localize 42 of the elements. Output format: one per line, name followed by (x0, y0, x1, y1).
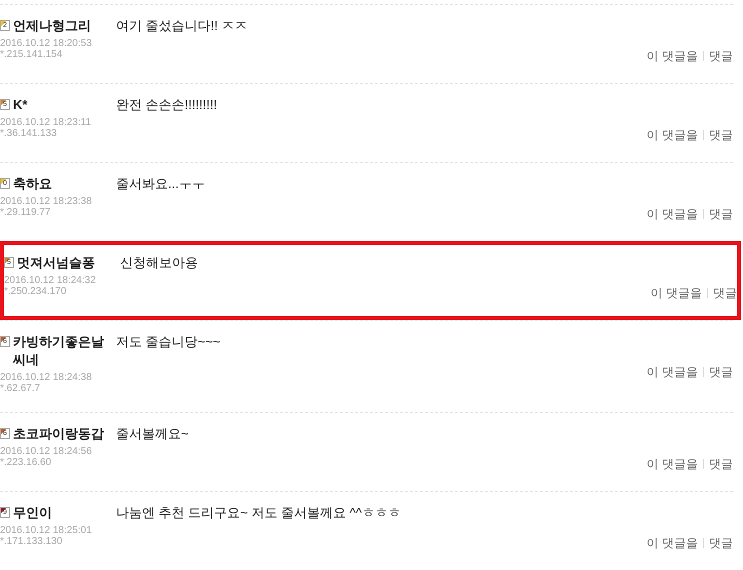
ip-address: *.62.67.7 (0, 383, 42, 394)
comment-text: 신청해보아용 (120, 254, 199, 272)
ip-address: *.29.119.77 (0, 207, 52, 218)
author-name[interactable]: 카빙하기좋은날씨네 (13, 333, 112, 369)
author-name[interactable]: 무인이 (13, 504, 52, 522)
recommend-link[interactable]: 이 댓글을 (646, 534, 698, 552)
comment-date: 2016.10.12 18:23:11 (0, 117, 92, 128)
recommend-link[interactable]: 이 댓글을 (646, 47, 698, 65)
comment-text: 저도 줄습니당~~~ (116, 333, 222, 351)
recommend-link[interactable]: 이 댓글을 (646, 126, 698, 144)
ip-address: *.171.133.130 (0, 536, 64, 547)
author-name[interactable]: 멋져서넘슬퐁 (17, 254, 95, 272)
author-name[interactable]: K* (13, 96, 28, 114)
reply-link[interactable]: 댓글 (709, 205, 733, 223)
comment-date: 2016.10.12 18:24:38 (0, 372, 93, 383)
comment-text: 줄서봐요...ㅜㅜ (116, 175, 206, 193)
ip-address: *.215.141.154 (0, 49, 64, 60)
author-name[interactable]: 축하요 (13, 175, 52, 193)
reply-link[interactable]: 댓글 (709, 363, 733, 381)
author-name[interactable]: 초코파이랑동갑 (13, 425, 104, 443)
comment-text: 줄서볼께요~ (116, 425, 190, 443)
recommend-link[interactable]: 이 댓글을 (646, 205, 698, 223)
comment-date: 2016.10.12 18:25:01 (0, 525, 93, 536)
comment-date: 2016.10.12 18:20:53 (0, 38, 93, 49)
recommend-link[interactable]: 이 댓글을 (646, 455, 698, 473)
comment-date: 2016.10.12 18:24:32 (4, 275, 97, 286)
ip-address: *.223.16.60 (0, 457, 52, 468)
comment-text: 여기 줄섰습니다!! ㅈㅈ (116, 17, 248, 35)
reply-link[interactable]: 댓글 (709, 126, 733, 144)
comment-text: 나눔엔 추천 드리구요~ 저도 줄서볼께요 ^^ㅎㅎㅎ (116, 504, 402, 522)
ip-address: *.36.141.133 (0, 128, 58, 139)
comment-date: 2016.10.12 18:24:56 (0, 446, 93, 457)
author-name[interactable]: 언제나형그리 (13, 17, 91, 35)
reply-link[interactable]: 댓글 (709, 455, 733, 473)
reply-link[interactable]: 댓글 (709, 47, 733, 65)
ip-address: *.250.234.170 (4, 286, 68, 297)
recommend-link[interactable]: 이 댓글을 (650, 284, 702, 302)
recommend-link[interactable]: 이 댓글을 (646, 363, 698, 381)
comment-text: 완전 손손손!!!!!!!!! (116, 96, 218, 114)
reply-link[interactable]: 댓글 (713, 284, 737, 302)
reply-link[interactable]: 댓글 (709, 534, 733, 552)
comment-date: 2016.10.12 18:23:38 (0, 196, 93, 207)
